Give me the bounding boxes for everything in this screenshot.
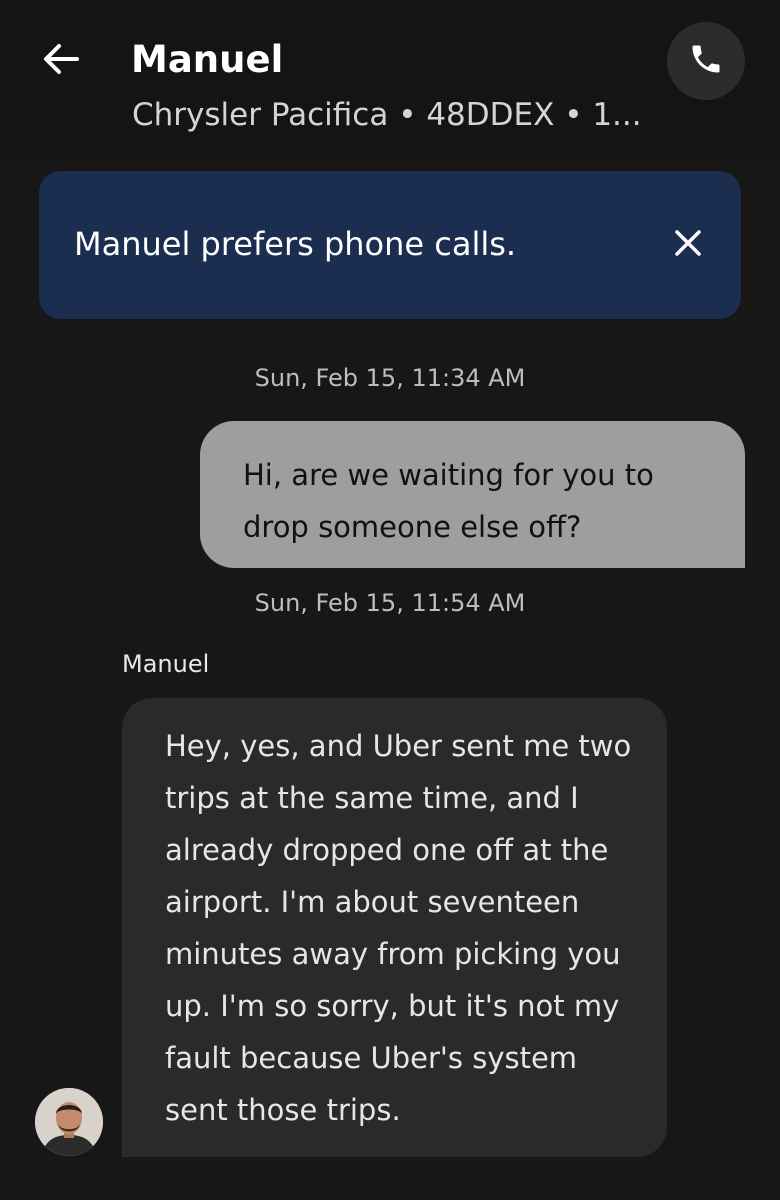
- call-button[interactable]: [667, 22, 745, 100]
- back-button[interactable]: [36, 36, 86, 86]
- chat-header: Manuel Chrysler Pacifica • 48DDEX • 1...: [0, 0, 780, 160]
- arrow-left-icon: [39, 37, 83, 85]
- incoming-message-bubble[interactable]: Hey, yes, and Uber sent me two trips at …: [122, 698, 667, 1157]
- message-timestamp: Sun, Feb 15, 11:54 AM: [254, 589, 526, 617]
- banner-text: Manuel prefers phone calls.: [74, 225, 517, 263]
- contact-name: Manuel: [131, 38, 284, 81]
- contact-preference-banner: Manuel prefers phone calls.: [39, 171, 741, 319]
- message-sender-name: Manuel: [122, 650, 210, 678]
- banner-close-button[interactable]: [667, 224, 709, 266]
- outgoing-message-bubble[interactable]: Hi, are we waiting for you to drop someo…: [200, 421, 745, 568]
- vehicle-info: Chrysler Pacifica • 48DDEX • 1...: [132, 97, 642, 133]
- close-icon: [673, 228, 703, 262]
- message-timestamp: Sun, Feb 15, 11:34 AM: [254, 364, 526, 392]
- phone-icon: [688, 41, 724, 81]
- avatar[interactable]: [35, 1088, 103, 1156]
